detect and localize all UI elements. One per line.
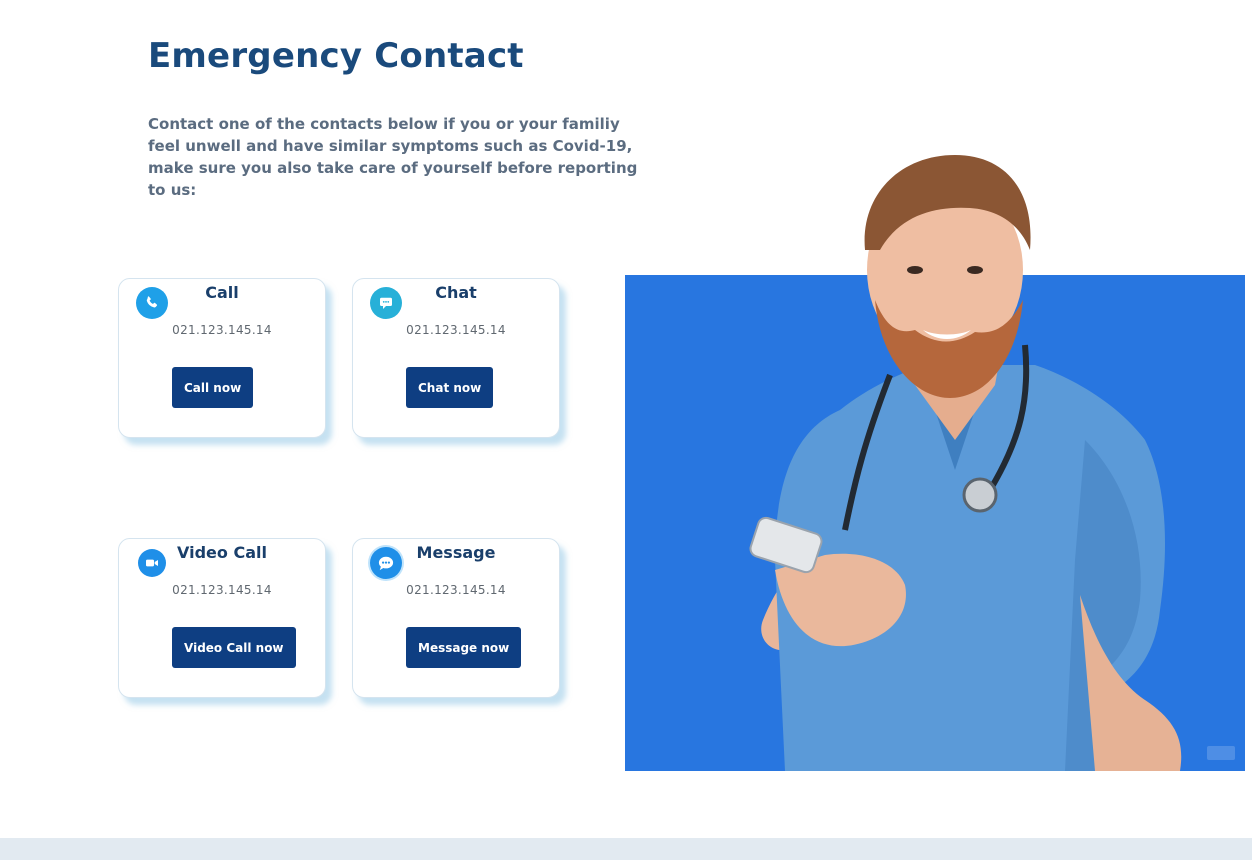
video-call-now-button[interactable]: Video Call now xyxy=(172,627,296,668)
intro-text: Contact one of the contacts below if you… xyxy=(148,115,638,199)
card-title: Chat xyxy=(435,283,477,302)
chat-now-button[interactable]: Chat now xyxy=(406,367,494,408)
card-phone-number: 021.123.145.14 xyxy=(172,323,272,337)
card-title: Message xyxy=(416,543,496,562)
card-title: Call xyxy=(205,283,239,302)
footer-band xyxy=(0,838,1252,860)
card-phone-number: 021.123.145.14 xyxy=(172,583,272,597)
message-now-button[interactable]: Message now xyxy=(406,627,522,668)
image-watermark xyxy=(1207,746,1235,760)
video-call-card: Video Call 021.123.145.14 Video Call now xyxy=(118,538,326,698)
doctor-illustration xyxy=(749,155,1182,771)
message-card: Message 021.123.145.14 Message now xyxy=(352,538,560,698)
call-now-button[interactable]: Call now xyxy=(172,367,254,408)
card-phone-number: 021.123.145.14 xyxy=(406,583,506,597)
call-card: Call 021.123.145.14 Call now xyxy=(118,278,326,438)
page-title: Emergency Contact xyxy=(148,36,524,76)
card-phone-number: 021.123.145.14 xyxy=(406,323,506,337)
chat-card: Chat 021.123.145.14 Chat now xyxy=(352,278,560,438)
emergency-contact-page: Emergency Contact Contact one of the con… xyxy=(0,0,1252,860)
card-title: Video Call xyxy=(177,543,267,562)
